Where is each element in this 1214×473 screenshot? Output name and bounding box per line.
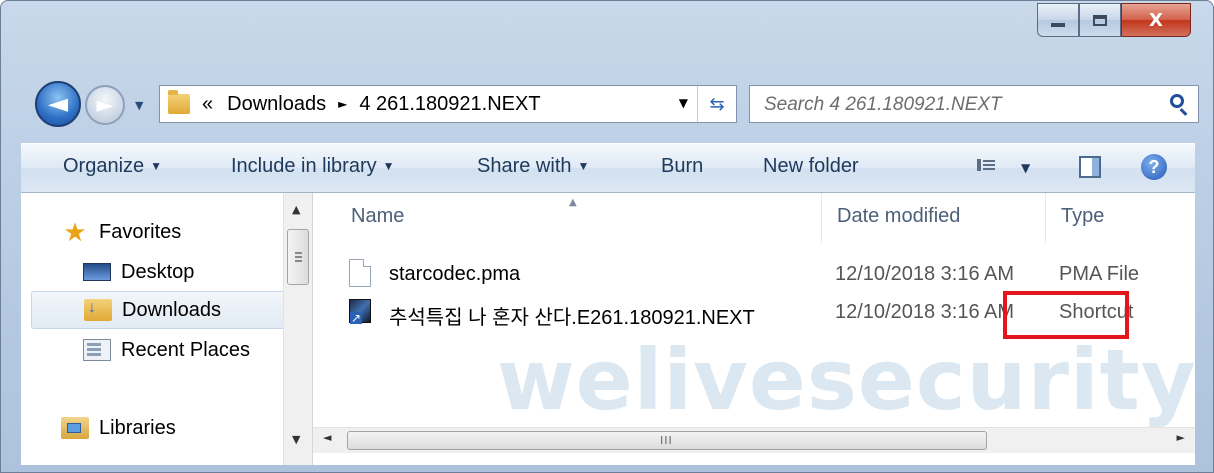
share-with-button[interactable]: Share with ▼ xyxy=(477,155,589,178)
column-divider[interactable] xyxy=(821,193,822,243)
folder-icon xyxy=(168,90,190,114)
refresh-icon: ⇆ xyxy=(709,93,725,115)
sidebar-item-label: Desktop xyxy=(121,260,195,283)
preview-pane-icon[interactable] xyxy=(1079,156,1101,178)
back-button[interactable]: ◄ xyxy=(35,81,81,127)
search-icon[interactable] xyxy=(1170,94,1184,108)
refresh-button[interactable]: ⇆ xyxy=(697,86,736,122)
shortcut-type-highlight-box xyxy=(1003,291,1129,339)
recent-pages-dropdown[interactable]: ▼ xyxy=(135,99,143,112)
sort-ascending-icon: ▲ xyxy=(569,197,577,208)
close-icon: X xyxy=(1149,9,1163,31)
maximize-icon xyxy=(1093,14,1107,26)
watermark: welivesecurity xyxy=(497,331,1195,429)
forward-arrow-icon: ► xyxy=(96,92,114,118)
change-view-icon[interactable] xyxy=(977,158,995,174)
column-header-name[interactable]: Name xyxy=(351,205,404,228)
change-view-dropdown-icon[interactable]: ▼ xyxy=(1021,161,1030,175)
sidebar-item-label: Favorites xyxy=(99,220,182,243)
column-header-date-modified[interactable]: Date modified xyxy=(837,205,960,228)
scroll-down-icon[interactable]: ▼ xyxy=(292,433,300,446)
burn-button[interactable]: Burn xyxy=(661,155,703,178)
content-area: ★ Favorites Desktop Downloads Recent Pla… xyxy=(21,193,1195,465)
organize-label: Organize xyxy=(63,155,145,177)
sidebar-item-label: Recent Places xyxy=(121,338,250,361)
scrollbar-thumb[interactable]: III xyxy=(347,431,987,450)
column-divider[interactable] xyxy=(1045,193,1046,243)
chevron-down-icon: ▼ xyxy=(577,159,590,173)
caption-buttons: X xyxy=(1037,3,1191,39)
navigation-pane-scrollbar[interactable]: ▲ ▼ xyxy=(283,193,313,465)
file-name[interactable]: starcodec.pma xyxy=(389,263,520,286)
file-list-horizontal-scrollbar[interactable]: ◄ III ► xyxy=(313,427,1195,453)
sidebar-item-libraries[interactable]: Libraries xyxy=(61,409,176,447)
breadcrumb-separator-icon[interactable]: ► xyxy=(338,97,347,111)
file-row-starcodec[interactable]: starcodec.pma 12/10/2018 3:16 AM PMA Fil… xyxy=(349,255,1169,293)
breadcrumb-current-folder[interactable]: 4 261.180921.NEXT xyxy=(359,93,540,116)
file-list: welivesecurity ▲ Name Date modified Type… xyxy=(313,193,1195,465)
breadcrumb-downloads[interactable]: Downloads xyxy=(227,93,326,116)
search-input[interactable]: Search 4 261.180921.NEXT xyxy=(764,94,1002,116)
sidebar-item-desktop[interactable]: Desktop xyxy=(83,253,194,291)
navigation-bar: ◄ ► ▼ « Downloads ► 4 261.180921.NEXT ▼ … xyxy=(1,73,1213,133)
organize-button[interactable]: Organize ▼ xyxy=(63,155,162,178)
desktop-icon xyxy=(83,263,111,281)
share-with-label: Share with xyxy=(477,155,572,177)
downloads-icon xyxy=(84,299,112,321)
file-type: PMA File xyxy=(1059,263,1140,285)
star-icon: ★ xyxy=(63,217,87,247)
address-prefix[interactable]: « xyxy=(202,93,213,116)
file-name[interactable]: 추석특집 나 혼자 산다.E261.180921.NEXT xyxy=(389,301,755,330)
file-icon xyxy=(349,259,371,287)
back-arrow-icon: ◄ xyxy=(48,89,68,119)
minimize-button[interactable] xyxy=(1037,3,1079,37)
sidebar-item-downloads[interactable]: Downloads xyxy=(31,291,291,329)
close-button[interactable]: X xyxy=(1121,3,1191,37)
libraries-icon xyxy=(61,417,89,439)
recent-places-icon xyxy=(83,339,111,361)
column-header-type[interactable]: Type xyxy=(1061,205,1104,228)
maximize-button[interactable] xyxy=(1079,3,1121,37)
address-bar[interactable]: « Downloads ► 4 261.180921.NEXT ▼ ⇆ xyxy=(159,85,737,123)
new-folder-button[interactable]: New folder xyxy=(763,155,859,178)
search-box[interactable]: Search 4 261.180921.NEXT xyxy=(749,85,1199,123)
scroll-left-icon[interactable]: ◄ xyxy=(323,431,331,444)
include-in-library-label: Include in library xyxy=(231,155,377,177)
include-in-library-button[interactable]: Include in library ▼ xyxy=(231,155,395,178)
sidebar-item-favorites[interactable]: ★ Favorites xyxy=(61,213,181,251)
explorer-window: X ◄ ► ▼ « Downloads ► 4 261.180921.NEXT … xyxy=(0,0,1214,473)
scrollbar-grip: III xyxy=(660,434,673,447)
sidebar-item-label: Downloads xyxy=(122,298,221,321)
scrollbar-thumb[interactable] xyxy=(287,229,309,285)
sidebar-item-label: Libraries xyxy=(99,416,176,439)
file-date-modified: 12/10/2018 3:16 AM xyxy=(835,263,1015,285)
shortcut-icon xyxy=(349,299,371,324)
minimize-icon xyxy=(1051,23,1065,27)
scroll-right-icon[interactable]: ► xyxy=(1177,431,1185,444)
chevron-down-icon: ▼ xyxy=(382,159,395,173)
navigation-pane: ★ Favorites Desktop Downloads Recent Pla… xyxy=(21,193,291,465)
help-icon[interactable]: ? xyxy=(1141,154,1167,180)
chevron-down-icon: ▼ xyxy=(150,159,163,173)
command-bar: Organize ▼ Include in library ▼ Share with… xyxy=(21,143,1195,193)
address-dropdown-icon[interactable]: ▼ xyxy=(679,96,688,110)
forward-button[interactable]: ► xyxy=(85,85,125,125)
scroll-up-icon[interactable]: ▲ xyxy=(292,203,300,216)
file-date-modified: 12/10/2018 3:16 AM xyxy=(835,301,1015,323)
sidebar-item-recent-places[interactable]: Recent Places xyxy=(83,331,250,369)
